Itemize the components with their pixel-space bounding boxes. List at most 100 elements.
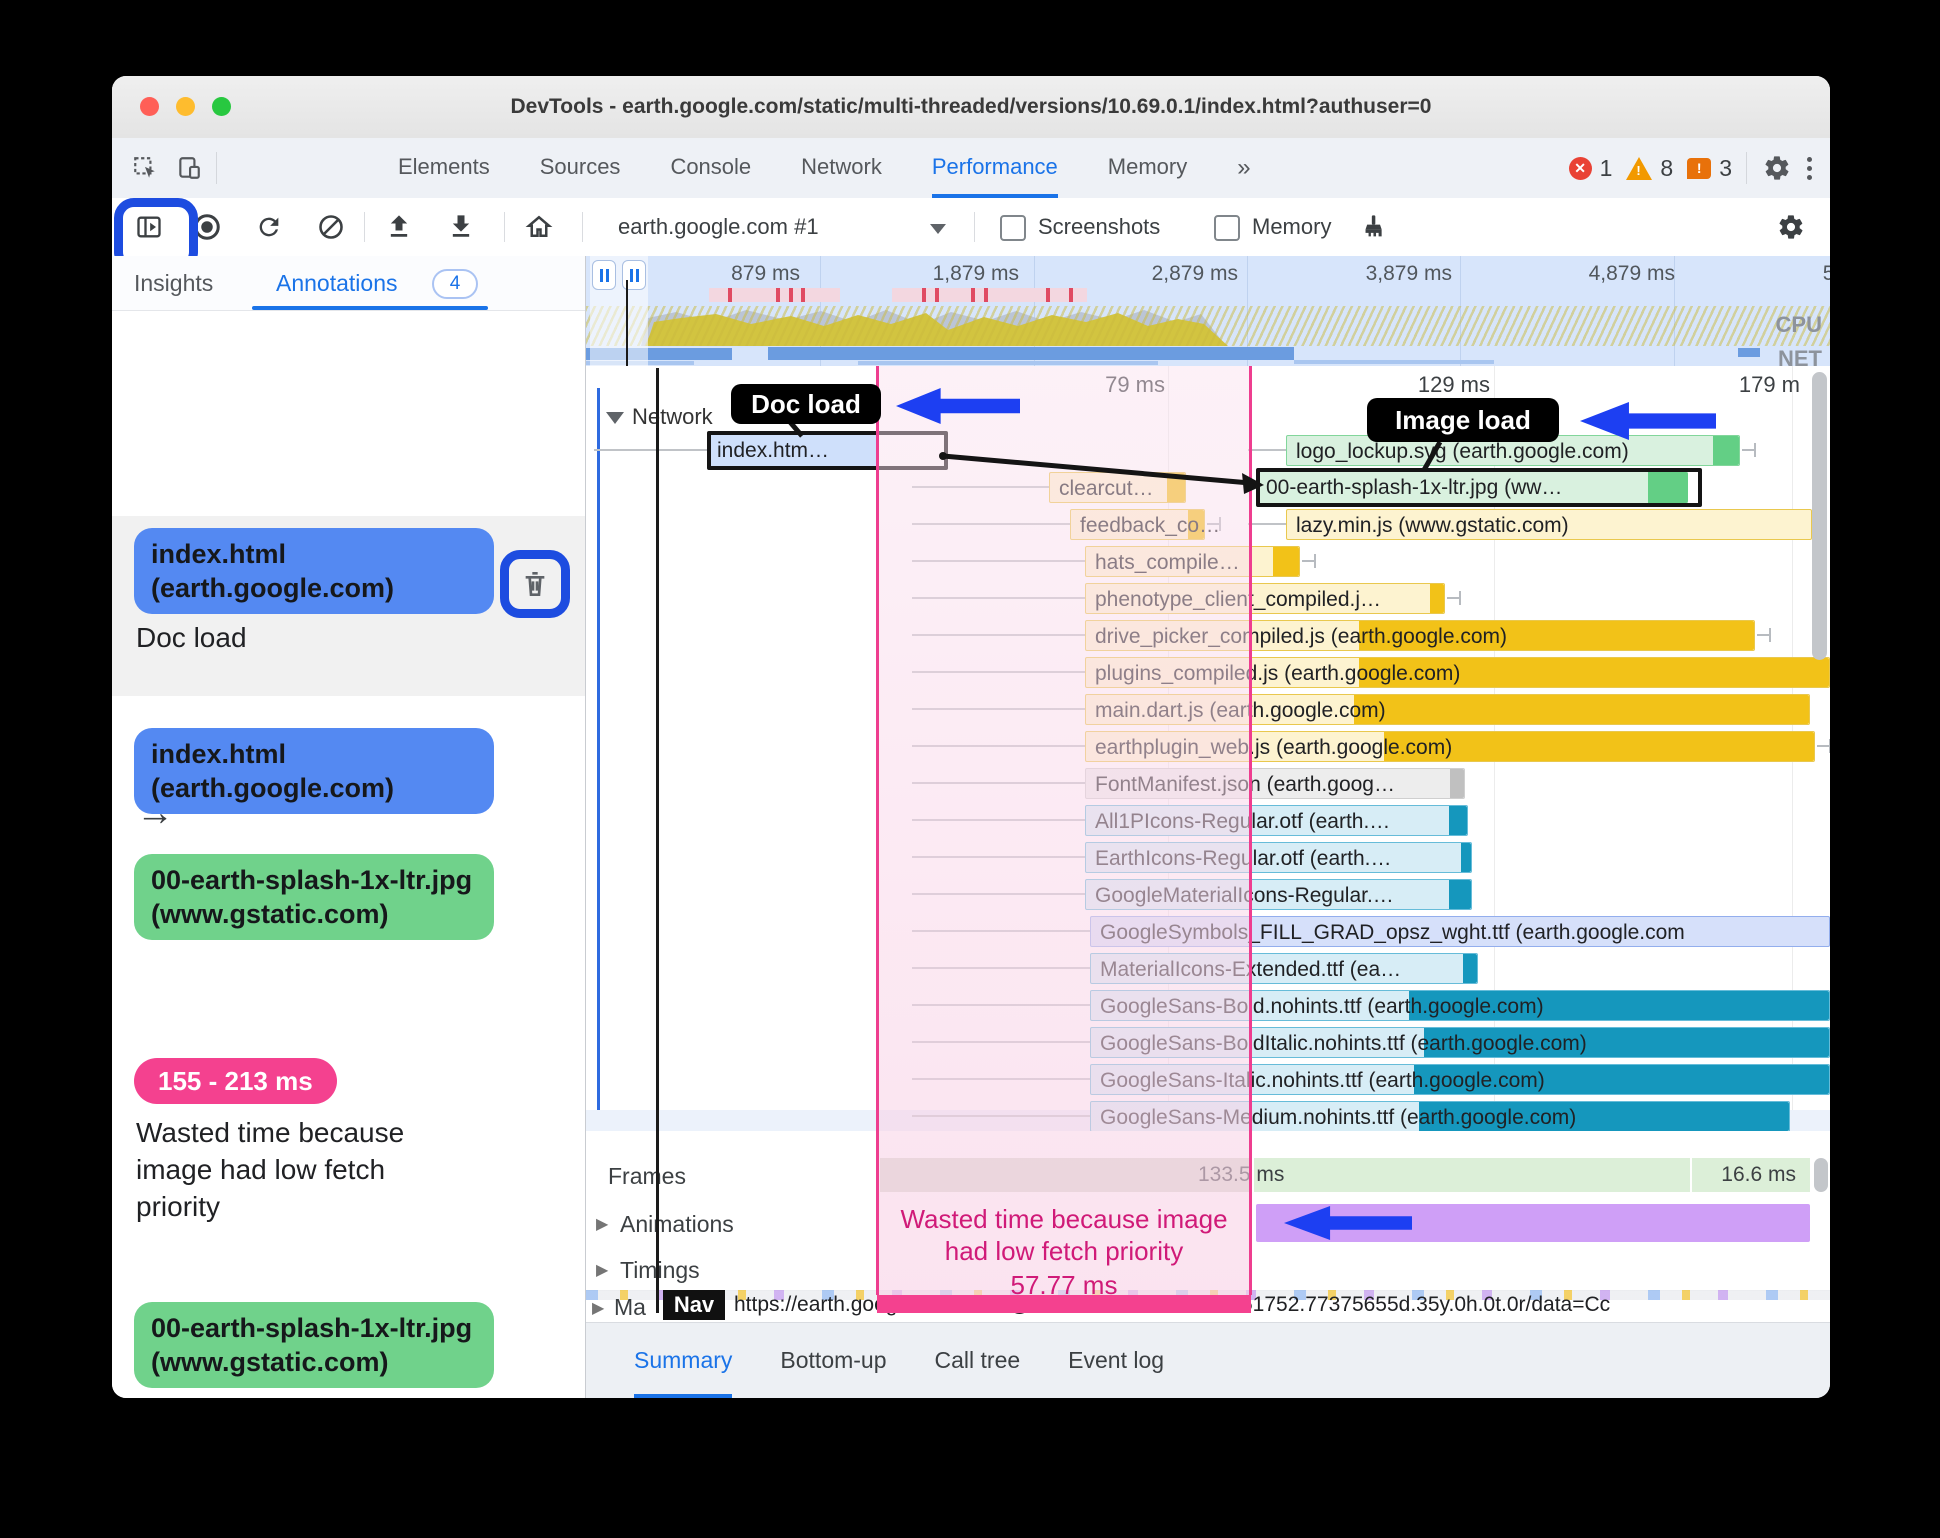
memory-checkbox[interactable]: [1214, 215, 1240, 241]
request-bar[interactable]: drive_picker_compiled.js (earth.google.c…: [1085, 620, 1755, 651]
request-bar[interactable]: hats_compile…: [1085, 546, 1300, 577]
chevron-down-icon[interactable]: [930, 224, 946, 234]
doc-load-annotation-label[interactable]: Doc load: [731, 384, 881, 424]
request-bar[interactable]: GoogleSans-BoldItalic.nohints.ttf (earth…: [1090, 1027, 1830, 1058]
request-bar[interactable]: GoogleSymbols_FILL_GRAD_opsz_wght.ttf (e…: [1090, 916, 1830, 947]
download-profile-icon[interactable]: [446, 212, 476, 242]
tab-performance[interactable]: Performance: [932, 138, 1058, 198]
settings-gear-icon[interactable]: [1763, 154, 1791, 182]
chevron-down-icon[interactable]: [606, 412, 624, 424]
gc-broom-icon[interactable]: [1358, 212, 1388, 242]
history-dropdown[interactable]: earth.google.com #1: [618, 198, 819, 256]
tab-annotations[interactable]: Annotations: [276, 256, 397, 310]
network-waterfall[interactable]: 79 ms 129 ms 179 m Network index.htm… logo_…: [586, 366, 1830, 1131]
more-tabs-icon[interactable]: »: [1237, 154, 1250, 182]
expand-triangle-icon[interactable]: ▶: [596, 1260, 608, 1280]
home-icon[interactable]: [524, 212, 554, 242]
network-section-header[interactable]: Network: [606, 404, 713, 430]
annotation-time-range-chip[interactable]: 155 - 213 ms: [134, 1058, 337, 1104]
image-load-annotation-label[interactable]: Image load: [1367, 398, 1559, 442]
frames-track[interactable]: Frames 133.5 ms 16.6 ms: [586, 1152, 1830, 1199]
memory-label[interactable]: Memory: [1252, 198, 1331, 256]
annotation-label[interactable]: Doc load: [136, 622, 247, 654]
details-tab-bar: Summary Bottom-up Call tree Event log: [586, 1322, 1830, 1398]
request-bar[interactable]: main.dart.js (earth.google.com): [1085, 694, 1810, 725]
request-end-tick: [1817, 745, 1829, 747]
issue-count[interactable]: 3: [1719, 155, 1732, 182]
request-bar[interactable]: GoogleSans-Italic.nohints.ttf (earth.goo…: [1090, 1064, 1830, 1095]
tab-console[interactable]: Console: [670, 138, 751, 198]
expand-triangle-icon[interactable]: ▶: [596, 1214, 608, 1234]
request-bar[interactable]: MaterialIcons-Extended.ttf (ea…: [1090, 953, 1478, 984]
details-tab-summary[interactable]: Summary: [634, 1323, 732, 1398]
request-bar[interactable]: lazy.min.js (www.gstatic.com): [1286, 509, 1812, 540]
timeline-overview[interactable]: 879 ms 1,879 ms 2,879 ms 3,879 ms 4,879 ms 5,…: [586, 256, 1830, 367]
tab-network[interactable]: Network: [801, 138, 882, 198]
zoom-window-button[interactable]: [212, 97, 231, 116]
screenshots-checkbox[interactable]: [1000, 215, 1026, 241]
error-badge-icon[interactable]: ✕: [1568, 156, 1592, 180]
tab-sources[interactable]: Sources: [540, 138, 621, 198]
request-bar[interactable]: GoogleMaterialIcons-Regular.…: [1085, 879, 1472, 910]
toggle-sidebar-icon[interactable]: [134, 212, 164, 242]
frames-bar[interactable]: 133.5 ms 16.6 ms: [880, 1158, 1810, 1192]
screenshots-label[interactable]: Screenshots: [1038, 198, 1160, 256]
upload-profile-icon[interactable]: [384, 212, 414, 242]
request-bar[interactable]: plugins_compiled.js (earth.google.com): [1085, 657, 1830, 688]
request-bar[interactable]: GoogleSans-Bold.nohints.ttf (earth.googl…: [1090, 990, 1830, 1021]
close-window-button[interactable]: [140, 97, 159, 116]
details-tab-bottom-up[interactable]: Bottom-up: [780, 1323, 886, 1398]
interaction-tick: [801, 288, 805, 302]
left-window-handle[interactable]: [592, 260, 616, 290]
capture-settings-gear-icon[interactable]: [1776, 212, 1806, 242]
request-label: drive_picker_compiled.js (earth.google.c…: [1095, 625, 1508, 648]
annotated-request-outline[interactable]: 00-earth-splash-1x-ltr.jpg (ww…: [1256, 468, 1702, 507]
net-activity-bar: [858, 361, 1158, 365]
warning-badge-icon[interactable]: !: [1626, 156, 1653, 180]
tab-elements[interactable]: Elements: [398, 138, 490, 198]
divider: [974, 212, 975, 242]
annotated-request-outline[interactable]: index.htm…: [707, 431, 948, 470]
record-button[interactable]: [192, 212, 222, 242]
request-bar[interactable]: phenotype_client_compiled.j…: [1085, 583, 1445, 614]
request-whisker: [912, 597, 1085, 599]
expand-triangle-icon[interactable]: ▶: [592, 1298, 604, 1318]
frames-scroll-thumb[interactable]: [1814, 1158, 1828, 1192]
request-bar[interactable]: feedback_co…: [1070, 509, 1220, 540]
frame-divider: [1690, 1158, 1692, 1192]
request-bar-cap: [1167, 473, 1185, 502]
tab-insights[interactable]: Insights: [134, 256, 213, 310]
reload-record-button[interactable]: [254, 212, 284, 242]
request-label: GoogleSans-Bold.nohints.ttf (earth.googl…: [1100, 995, 1544, 1018]
details-tab-event-log[interactable]: Event log: [1068, 1323, 1164, 1398]
annotation-request-chip[interactable]: 00-earth-splash-1x-ltr.jpg (www.gstatic.…: [134, 854, 494, 940]
waterfall-scrollbar[interactable]: [1812, 372, 1827, 660]
request-label: clearcut…: [1059, 477, 1154, 500]
annotation-label[interactable]: Wasted time because image had low fetch …: [136, 1114, 466, 1225]
request-bar[interactable]: FontManifest.json (earth.goog…: [1085, 768, 1465, 799]
request-bar[interactable]: GoogleSans-Medium.nohints.ttf (earth.goo…: [1090, 1101, 1790, 1131]
request-whisker: [1248, 449, 1286, 451]
device-toolbar-icon[interactable]: [174, 153, 204, 183]
details-tab-call-tree[interactable]: Call tree: [935, 1323, 1021, 1398]
issues-badge-icon[interactable]: !: [1687, 157, 1712, 179]
annotation-arrow-icon[interactable]: →: [136, 794, 174, 832]
error-count[interactable]: 1: [1600, 155, 1613, 182]
annotation-request-chip[interactable]: index.html (earth.google.com): [134, 728, 494, 814]
warning-count[interactable]: 8: [1660, 155, 1673, 182]
request-bar[interactable]: clearcut…: [1049, 472, 1186, 503]
tab-memory[interactable]: Memory: [1108, 138, 1187, 198]
clear-button[interactable]: [316, 212, 346, 242]
annotation-request-chip[interactable]: 00-earth-splash-1x-ltr.jpg (www.gstatic.…: [134, 1302, 494, 1388]
request-bar[interactable]: earthplugin_web.js (earth.google.com): [1085, 731, 1815, 762]
inspect-element-icon[interactable]: [130, 153, 160, 183]
request-label: GoogleSans-BoldItalic.nohints.ttf (earth…: [1100, 1032, 1587, 1055]
request-bar-cap: [1430, 584, 1444, 613]
more-options-kebab-icon[interactable]: [1807, 156, 1812, 180]
request-label: GoogleMaterialIcons-Regular.…: [1095, 884, 1394, 907]
request-bar[interactable]: EarthIcons-Regular.otf (earth.…: [1085, 842, 1472, 873]
minimize-window-button[interactable]: [176, 97, 195, 116]
request-bar[interactable]: All1PIcons-Regular.otf (earth.…: [1085, 805, 1468, 836]
annotation-request-chip[interactable]: index.html (earth.google.com): [134, 528, 494, 614]
network-section-label: Network: [632, 404, 713, 429]
